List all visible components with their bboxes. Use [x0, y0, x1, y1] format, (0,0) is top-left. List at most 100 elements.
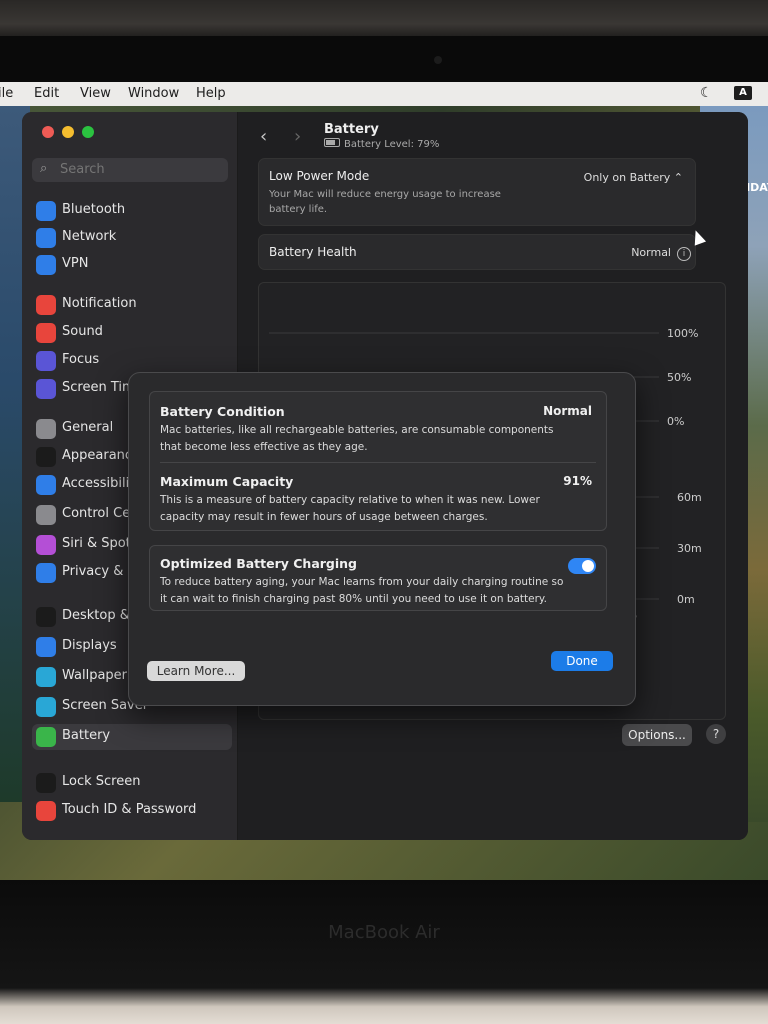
screen-bezel	[0, 36, 768, 84]
low-power-title: Low Power Mode	[269, 169, 370, 183]
battery-health-card: Battery Health Normal i	[258, 234, 696, 270]
capacity-value: 91%	[563, 474, 592, 488]
sidebar-item-label: Bluetooth	[62, 202, 126, 217]
divider	[160, 462, 596, 463]
help-button[interactable]: ?	[706, 724, 726, 744]
axis-tick-label: 100%	[667, 327, 698, 340]
sidebar-item-label: Battery	[62, 728, 111, 743]
battery-health-sheet: Battery Condition Normal Mac batteries, …	[128, 372, 636, 706]
forward-button[interactable]: ›	[294, 126, 301, 147]
chevron-updown-icon: ⌃	[673, 171, 683, 184]
sidebar-item-bluetooth[interactable]: Bluetooth	[32, 198, 232, 224]
sidebar-item-label: Displays	[62, 638, 117, 653]
notification-icon	[36, 295, 56, 315]
battery-health-value: Normal i	[631, 246, 691, 261]
condition-value: Normal	[543, 404, 592, 418]
battery-level: Battery Level: 79%	[324, 138, 439, 150]
done-button[interactable]: Done	[551, 651, 613, 671]
screen: BIRTHDAY2 ile Edit View Window Help ☾ A …	[0, 82, 768, 882]
bluetooth-icon	[36, 201, 56, 221]
sidebar-item-label: Privacy & S	[62, 564, 136, 579]
axis-tick-label: 60m	[677, 491, 702, 504]
control-center-icon	[36, 505, 56, 525]
sidebar-item-label: Control Ce	[62, 506, 131, 521]
menu-view[interactable]: View	[80, 86, 111, 101]
sidebar-item-sound[interactable]: Sound	[32, 320, 232, 346]
desktop-dock-icon	[36, 607, 56, 627]
menu-window[interactable]: Window	[128, 86, 179, 101]
sidebar-item-label: Lock Screen	[62, 774, 141, 789]
sidebar-item-lock-screen[interactable]: Lock Screen	[32, 770, 232, 796]
optimized-desc: To reduce battery aging, your Mac learns…	[160, 576, 564, 605]
lock-icon	[36, 773, 56, 793]
search-input[interactable]	[58, 161, 222, 178]
appearance-icon	[36, 447, 56, 467]
camera-notch	[434, 56, 442, 64]
siri-icon	[36, 535, 56, 555]
sidebar-item-label: Notification	[62, 296, 137, 311]
sidebar-item-label: Focus	[62, 352, 100, 367]
accessibility-icon	[36, 475, 56, 495]
minimize-window-button[interactable]	[62, 126, 74, 138]
brand-label: MacBook Air	[328, 922, 440, 943]
info-icon[interactable]: i	[677, 247, 691, 261]
wallpaper-icon	[36, 667, 56, 687]
touch-id-icon	[36, 801, 56, 821]
capacity-title: Maximum Capacity	[160, 474, 294, 489]
menu-edit[interactable]: Edit	[34, 86, 59, 101]
sidebar-item-label: Sound	[62, 324, 103, 339]
general-icon	[36, 419, 56, 439]
displays-icon	[36, 637, 56, 657]
zoom-window-button[interactable]	[82, 126, 94, 138]
optimized-charging-toggle[interactable]	[568, 558, 596, 574]
search-icon: ⌕	[40, 161, 48, 176]
sidebar-item-battery[interactable]: Battery	[32, 724, 232, 750]
page-title: Battery	[324, 122, 379, 137]
axis-tick-label: 0%	[667, 415, 684, 428]
options-button[interactable]: Options...	[622, 724, 692, 746]
focus-icon	[36, 351, 56, 371]
low-power-select[interactable]: Only on Battery ⌃	[584, 171, 683, 184]
privacy-icon	[36, 563, 56, 583]
optimized-charging-group: Optimized Battery Charging To reduce bat…	[149, 545, 607, 611]
condition-desc: Mac batteries, like all rechargeable bat…	[160, 424, 554, 453]
menu-file[interactable]: ile	[0, 86, 13, 101]
search-field[interactable]: ⌕	[32, 158, 228, 182]
condition-title: Battery Condition	[160, 404, 285, 419]
axis-tick-label: 30m	[677, 542, 702, 555]
condition-capacity-group: Battery Condition Normal Mac batteries, …	[149, 391, 607, 531]
learn-more-button[interactable]: Learn More...	[147, 661, 245, 681]
sidebar-item-label: Screen Tim	[62, 380, 135, 395]
battery-health-title: Battery Health	[269, 245, 357, 259]
sidebar-item-network[interactable]: Network	[32, 225, 232, 251]
sidebar-item-vpn[interactable]: VPN	[32, 252, 232, 278]
sidebar-item-notification[interactable]: Notification	[32, 292, 232, 318]
sidebar-item-label: Wallpaper	[62, 668, 128, 683]
back-button[interactable]: ‹	[260, 126, 267, 147]
network-icon	[36, 228, 56, 248]
menu-help[interactable]: Help	[196, 86, 226, 101]
battery-icon	[36, 727, 56, 747]
input-source-icon[interactable]: A	[734, 86, 752, 100]
sidebar-item-label: VPN	[62, 256, 89, 271]
sidebar-item-label: Network	[62, 229, 117, 244]
low-power-desc: Your Mac will reduce energy usage to inc…	[269, 189, 501, 215]
sound-icon	[36, 323, 56, 343]
vpn-icon	[36, 255, 56, 275]
close-window-button[interactable]	[42, 126, 54, 138]
low-power-card: Low Power Mode Your Mac will reduce ener…	[258, 158, 696, 226]
capacity-desc: This is a measure of battery capacity re…	[160, 494, 540, 523]
sidebar-item-label: Touch ID & Password	[62, 802, 197, 817]
sidebar-item-label: Siri & Spotl	[62, 536, 135, 551]
laptop-chassis	[0, 880, 768, 1024]
axis-tick-label: 50%	[667, 371, 691, 384]
table-surface	[0, 0, 768, 40]
sidebar-item-label: General	[62, 420, 114, 435]
sidebar-item-label: Accessibili	[62, 476, 130, 491]
sidebar-item-touch-id-password[interactable]: Touch ID & Password	[32, 798, 232, 824]
screen-time-icon	[36, 379, 56, 399]
sidebar-item-focus[interactable]: Focus	[32, 348, 232, 374]
screen-saver-icon	[36, 697, 56, 717]
menu-bar: ile Edit View Window Help ☾ A	[0, 82, 768, 106]
focus-moon-icon[interactable]: ☾	[700, 85, 713, 101]
